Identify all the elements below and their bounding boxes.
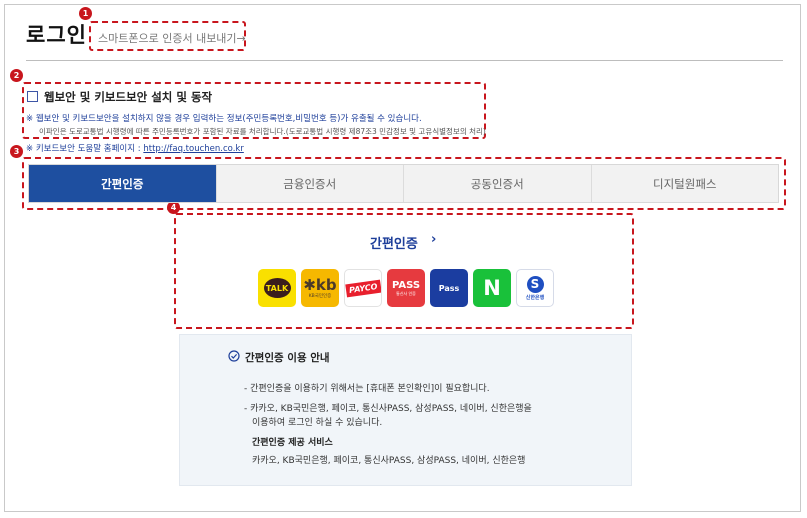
kakao-talk-icon: TALK bbox=[263, 278, 291, 298]
guide-services-title: 간편인증 제공 서비스 bbox=[252, 438, 333, 448]
naver-logo-icon: N bbox=[483, 276, 501, 300]
pass-provider-label: 통신사 인증 bbox=[396, 290, 416, 296]
guide-title: 간편인증 이용 안내 bbox=[245, 352, 330, 364]
simple-auth-title[interactable]: 간편인증 bbox=[370, 233, 418, 252]
provider-kb[interactable]: ✱kb KB국민인증 bbox=[301, 269, 339, 307]
provider-pass[interactable]: PASS 통신사 인증 bbox=[387, 269, 425, 307]
provider-kakao[interactable]: TALK bbox=[258, 269, 296, 307]
annotation-marker-3: 3 bbox=[10, 145, 23, 158]
help-url-link[interactable]: http://faq.touchen.co.kr bbox=[143, 144, 243, 154]
guide-services-list: 카카오, KB국민은행, 페이코, 통신사PASS, 삼성PASS, 네이버, … bbox=[252, 456, 526, 466]
guide-line-2: - 카카오, KB국민은행, 페이코, 통신사PASS, 삼성PASS, 네이버… bbox=[244, 404, 532, 414]
privacy-notice-text: 이파인은 도로교통법 시행령에 따른 주민등록번호가 포함된 자료를 처리합니다… bbox=[39, 127, 486, 136]
provider-shinhan[interactable]: S 신한은행 bbox=[516, 269, 554, 307]
guide-line-1: - 간편인증을 이용하기 위해서는 [휴대폰 본인확인]이 필요합니다. bbox=[244, 384, 490, 394]
kb-star-icon: ✱kb bbox=[303, 276, 337, 294]
help-prefix: ※ 키보드보안 도움말 홈페이지 : bbox=[26, 144, 144, 154]
payco-logo-icon: PAYCO bbox=[345, 279, 381, 297]
tab-simple-auth[interactable]: 간편인증 bbox=[29, 165, 217, 202]
provider-samsung-pass[interactable]: Pass bbox=[430, 269, 468, 307]
annotation-marker-1: 1 bbox=[79, 7, 92, 20]
annotation-marker-2: 2 bbox=[10, 69, 23, 82]
auth-method-tabs: 간편인증 금융인증서 공동인증서 디지털원패스 bbox=[28, 164, 779, 203]
guide-line-2-cont: 이용하여 로그인 하실 수 있습니다. bbox=[252, 418, 383, 428]
provider-list: TALK ✱kb KB국민인증 PAYCO PASS 통신사 인증 Pass N… bbox=[258, 269, 554, 307]
shinhan-logo-icon: S bbox=[526, 275, 544, 293]
header-divider bbox=[26, 60, 783, 61]
security-warning-text: ※ 웹보안 및 키보드보안을 설치하지 않을 경우 입력하는 정보(주민등록번호… bbox=[26, 114, 422, 124]
security-install-label[interactable]: 웹보안 및 키보드보안 설치 및 동작 bbox=[44, 89, 212, 105]
check-circle-icon bbox=[228, 350, 240, 362]
page-title: 로그인 bbox=[26, 23, 87, 47]
kb-logo-text: kb bbox=[315, 276, 337, 294]
tab-joint-certificate[interactable]: 공동인증서 bbox=[404, 165, 592, 202]
samsung-pass-logo-icon: Pass bbox=[438, 283, 460, 293]
keyboard-security-help: ※ 키보드보안 도움말 홈페이지 : http://faq.touchen.co… bbox=[26, 142, 244, 154]
chevron-right-icon[interactable]: › bbox=[431, 232, 436, 247]
kb-provider-label: KB국민인증 bbox=[308, 294, 332, 299]
tab-digital-onepass[interactable]: 디지털원패스 bbox=[591, 165, 778, 202]
shinhan-provider-label: 신한은행 bbox=[525, 294, 545, 301]
security-install-checkbox[interactable] bbox=[27, 91, 38, 102]
provider-payco[interactable]: PAYCO bbox=[344, 269, 382, 307]
annotation-box-1 bbox=[89, 21, 246, 51]
tab-financial-certificate[interactable]: 금융인증서 bbox=[216, 165, 404, 202]
provider-naver[interactable]: N bbox=[473, 269, 511, 307]
pass-logo-icon: PASS bbox=[391, 279, 421, 291]
